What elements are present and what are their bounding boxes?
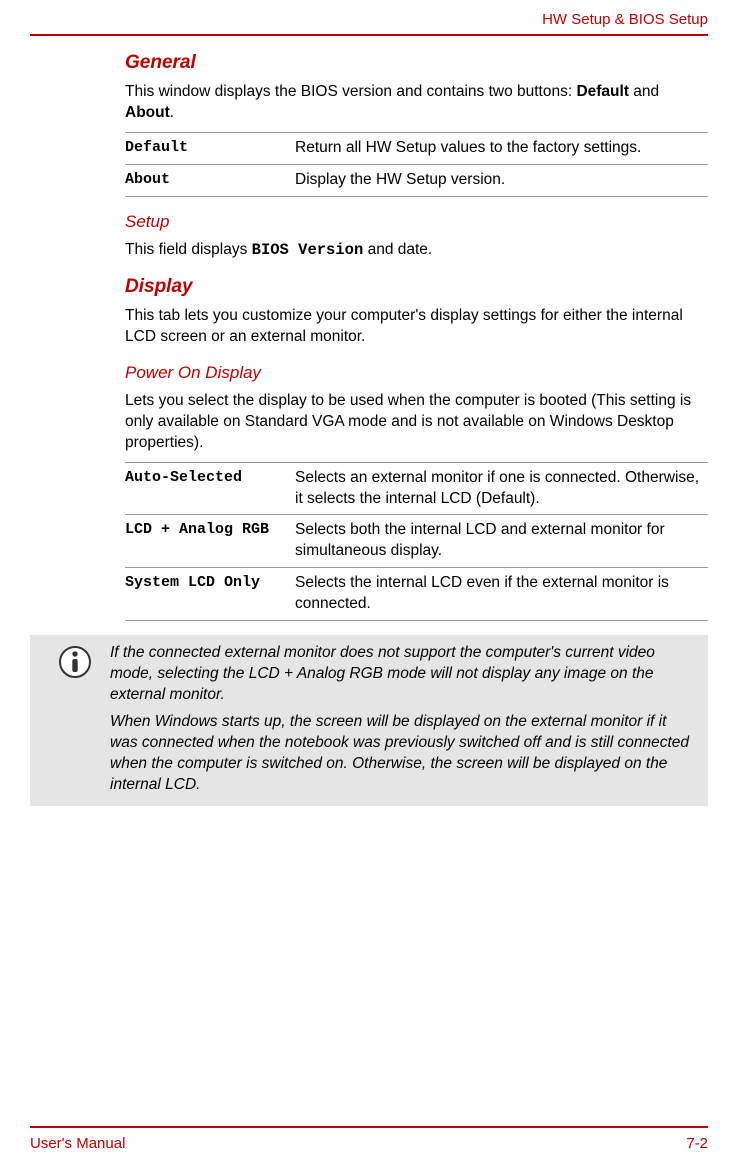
page-header: HW Setup & BIOS Setup	[30, 10, 708, 36]
desc: Selects the internal LCD even if the ext…	[295, 573, 708, 615]
note-p1: If the connected external monitor does n…	[110, 643, 698, 706]
general-intro: This window displays the BIOS version an…	[125, 82, 708, 124]
poweron-text: Lets you select the display to be used w…	[125, 391, 708, 454]
desc: Return all HW Setup values to the factor…	[295, 138, 708, 159]
footer-right: 7-2	[686, 1134, 708, 1154]
heading-poweron: Power On Display	[125, 362, 708, 385]
term: Default	[125, 138, 295, 159]
term: About	[125, 170, 295, 191]
header-title: HW Setup & BIOS Setup	[542, 11, 708, 28]
table-row: About Display the HW Setup version.	[125, 164, 708, 197]
note-text: If the connected external monitor does n…	[110, 643, 698, 795]
table-row: Default Return all HW Setup values to th…	[125, 132, 708, 164]
table-row: Auto-Selected Selects an external monito…	[125, 462, 708, 515]
footer-left: User's Manual	[30, 1134, 125, 1154]
term: System LCD Only	[125, 573, 295, 615]
info-note: If the connected external monitor does n…	[30, 635, 708, 805]
desc: Selects an external monitor if one is co…	[295, 468, 708, 510]
term: Auto-Selected	[125, 468, 295, 510]
info-icon	[40, 643, 110, 679]
poweron-table: Auto-Selected Selects an external monito…	[125, 462, 708, 622]
table-row: LCD + Analog RGB Selects both the intern…	[125, 514, 708, 567]
desc: Display the HW Setup version.	[295, 170, 708, 191]
table-row: System LCD Only Selects the internal LCD…	[125, 567, 708, 621]
term: LCD + Analog RGB	[125, 520, 295, 562]
note-p2: When Windows starts up, the screen will …	[110, 712, 698, 796]
setup-text: This field displays BIOS Version and dat…	[125, 240, 708, 261]
desc: Selects both the internal LCD and extern…	[295, 520, 708, 562]
heading-display: Display	[125, 274, 708, 300]
page-footer: User's Manual 7-2	[30, 1126, 708, 1154]
heading-setup: Setup	[125, 211, 708, 234]
heading-general: General	[125, 50, 708, 76]
display-text: This tab lets you customize your compute…	[125, 306, 708, 348]
general-table: Default Return all HW Setup values to th…	[125, 132, 708, 197]
